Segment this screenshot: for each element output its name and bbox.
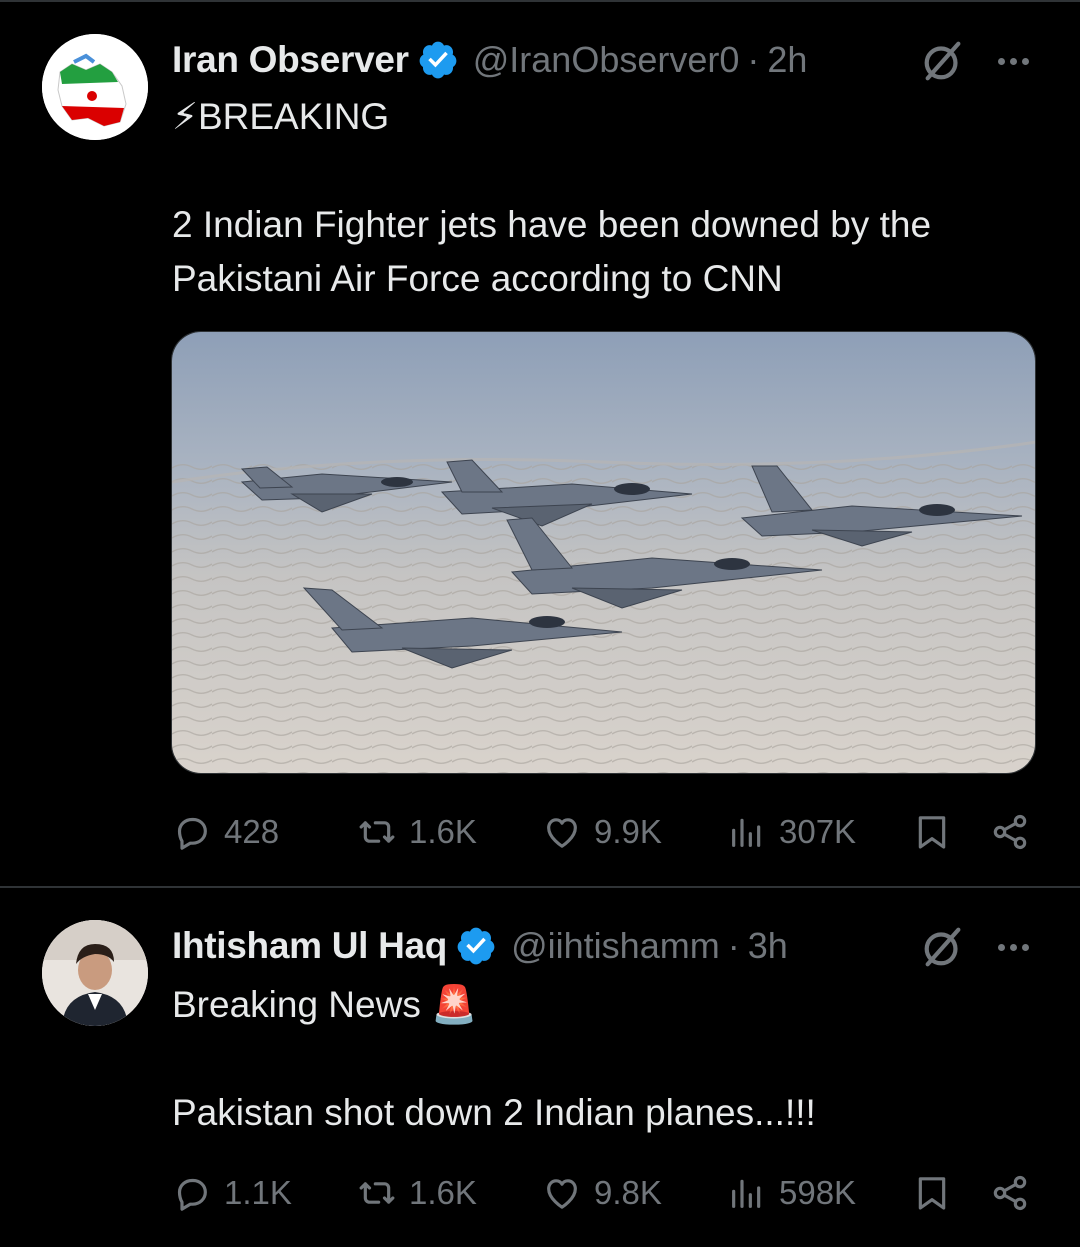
views-count: 598K: [779, 1174, 857, 1211]
tweet-header: Iran Observer @IranObserver0 · 2h: [172, 32, 807, 88]
tweet-iran-observer[interactable]: Iran Observer @IranObserver0 · 2h ⚡BREAK…: [0, 0, 1080, 886]
avatar-iran-observer[interactable]: [42, 34, 148, 140]
timestamp[interactable]: 3h: [748, 925, 788, 967]
repost-icon: [359, 1182, 395, 1204]
bookmark-icon: [918, 816, 946, 849]
repost-button[interactable]: 1.6K: [357, 1168, 477, 1218]
like-button[interactable]: 9.9K: [542, 807, 662, 857]
separator: ·: [747, 39, 760, 80]
grok-icon[interactable]: [920, 924, 966, 970]
bookmark-button[interactable]: [912, 1168, 952, 1218]
more-icon[interactable]: [990, 38, 1036, 84]
grok-icon[interactable]: [920, 38, 966, 84]
author-handle[interactable]: @iihtishamm: [511, 925, 720, 967]
reply-count: 1.1K: [224, 1174, 292, 1211]
separator: ·: [727, 925, 740, 966]
views-button[interactable]: 598K: [727, 1168, 856, 1218]
tweet-actions: 428 1.6K 9.9K 307K: [172, 807, 1042, 857]
reply-button[interactable]: 428: [172, 807, 279, 857]
share-icon: [993, 814, 1027, 850]
views-icon: [732, 1179, 761, 1208]
reply-count: 428: [224, 813, 280, 850]
share-icon: [993, 1175, 1027, 1211]
like-count: 9.8K: [594, 1174, 662, 1211]
like-button[interactable]: 9.8K: [542, 1168, 662, 1218]
bookmark-icon: [918, 1177, 946, 1210]
repost-count: 1.6K: [409, 1174, 477, 1211]
tweet-actions: 1.1K 1.6K 9.8K 598K: [172, 1168, 1042, 1218]
author-handle[interactable]: @IranObserver0: [473, 39, 740, 81]
author-name[interactable]: Iran Observer: [172, 39, 409, 81]
verified-badge-icon[interactable]: [455, 925, 497, 967]
reply-icon: [177, 817, 207, 850]
tweet-header: Ihtisham Ul Haq @iihtishamm · 3h: [172, 918, 788, 974]
more-icon[interactable]: [990, 924, 1036, 970]
share-button[interactable]: [990, 807, 1030, 857]
views-count: 307K: [779, 813, 857, 850]
tweet-ihtisham-ul-haq[interactable]: Ihtisham Ul Haq @iihtishamm · 3h Breakin…: [0, 888, 1080, 1247]
repost-count: 1.6K: [409, 813, 477, 850]
repost-button[interactable]: 1.6K: [357, 807, 477, 857]
views-icon: [732, 818, 761, 847]
verified-badge-icon[interactable]: [417, 39, 459, 81]
like-icon: [547, 1179, 577, 1209]
reply-icon: [177, 1178, 207, 1211]
avatar-ihtisham-ul-haq[interactable]: [42, 920, 148, 1026]
bookmark-button[interactable]: [912, 807, 952, 857]
tweet-image[interactable]: [171, 331, 1036, 774]
timestamp[interactable]: 2h: [767, 39, 807, 81]
tweet-text: Breaking News 🚨 Pakistan shot down 2 Ind…: [172, 984, 816, 1133]
share-button[interactable]: [990, 1168, 1030, 1218]
tweet-text: ⚡BREAKING 2 Indian Fighter jets have bee…: [172, 96, 932, 299]
repost-icon: [359, 821, 395, 843]
views-button[interactable]: 307K: [727, 807, 856, 857]
author-name[interactable]: Ihtisham Ul Haq: [172, 925, 447, 967]
reply-button[interactable]: 1.1K: [172, 1168, 292, 1218]
like-count: 9.9K: [594, 813, 662, 850]
like-icon: [547, 818, 577, 848]
